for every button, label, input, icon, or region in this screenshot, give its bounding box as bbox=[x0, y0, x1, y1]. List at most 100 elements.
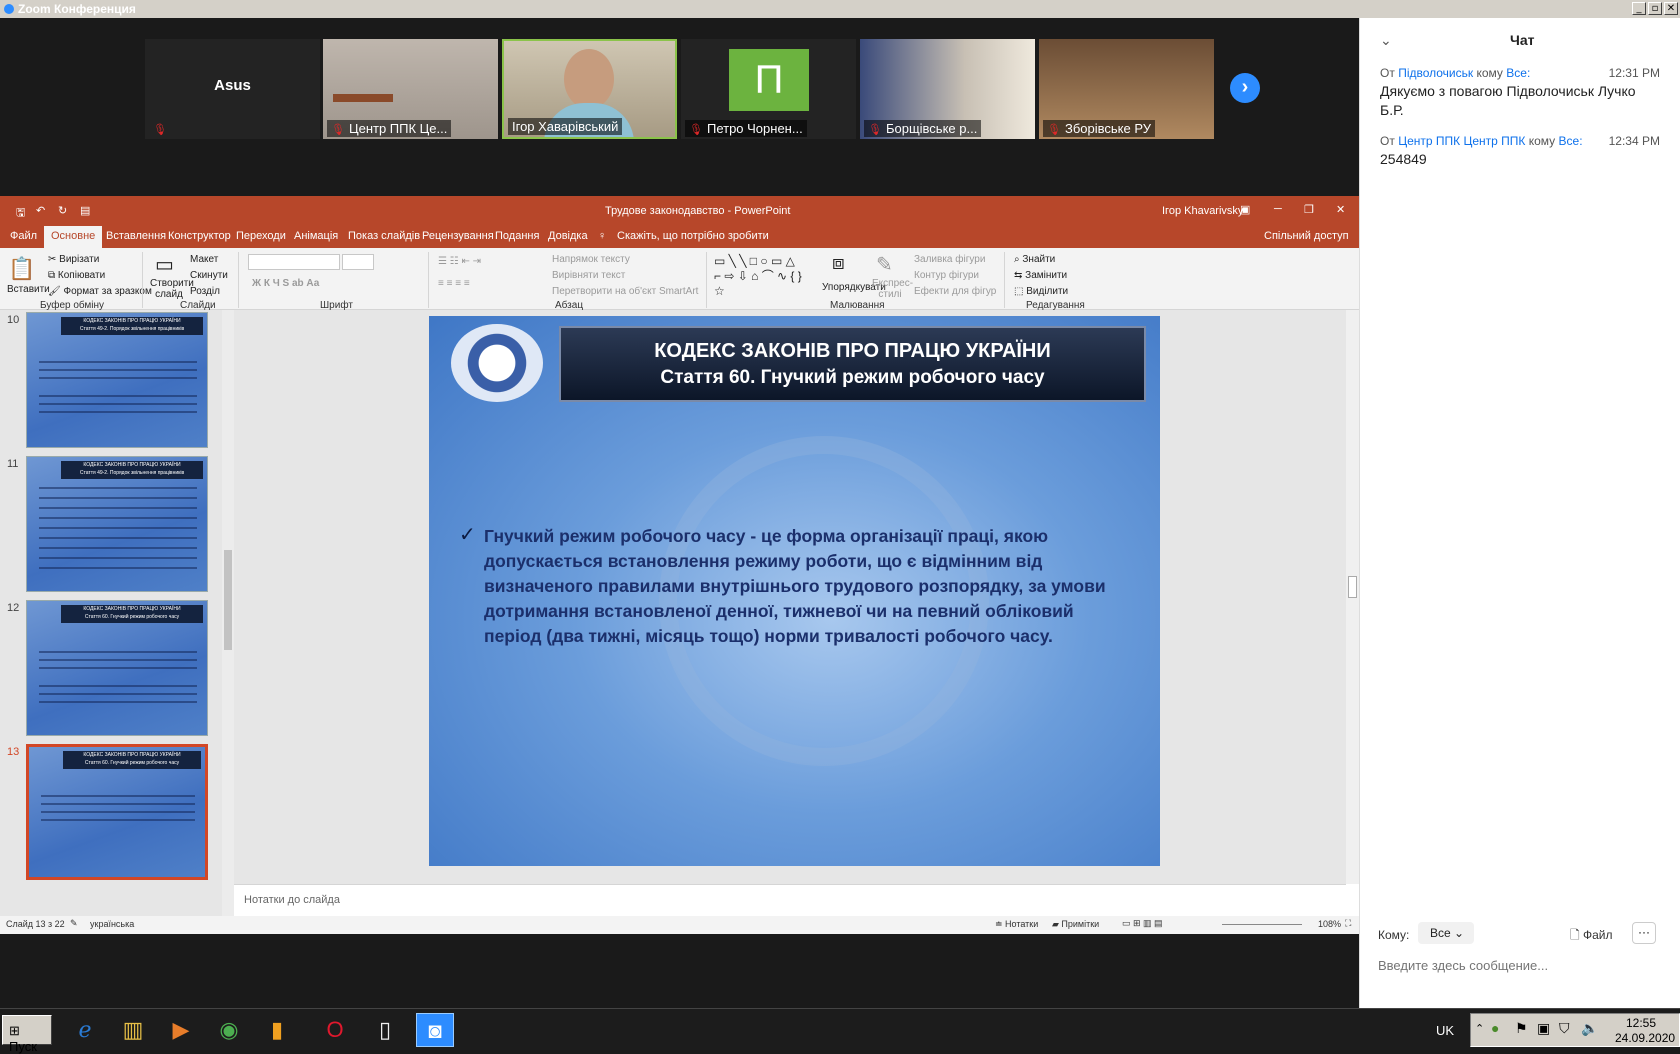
select-button[interactable]: ⬚ Виділити bbox=[1014, 286, 1068, 297]
more-options-button[interactable]: ··· bbox=[1632, 922, 1656, 944]
ppt-minimize-button[interactable]: ─ bbox=[1274, 203, 1282, 215]
tell-me-icon[interactable]: ♀ bbox=[598, 230, 606, 242]
scrollbar-thumb[interactable] bbox=[224, 550, 232, 650]
font-name-box[interactable] bbox=[248, 254, 340, 270]
tray-expand-icon[interactable]: ⌃ bbox=[1475, 1022, 1484, 1035]
tab-slideshow[interactable]: Показ слайдів bbox=[348, 230, 420, 242]
tab-transitions[interactable]: Переходи bbox=[236, 230, 286, 242]
start-button[interactable]: ⊞ Пуск bbox=[2, 1015, 52, 1054]
app-icon[interactable]: ▮ bbox=[258, 1013, 296, 1047]
thumbnail-scrollbar[interactable] bbox=[222, 310, 234, 916]
maximize-button[interactable]: ▫ bbox=[1648, 2, 1662, 15]
file-button[interactable]: 🗋 Файл bbox=[1570, 926, 1613, 947]
section-button[interactable]: Розділ bbox=[190, 286, 220, 297]
fit-slide-icon[interactable]: ⛶ bbox=[1345, 918, 1351, 929]
participant-tile[interactable]: 🎙 Борщівське р... bbox=[860, 39, 1035, 139]
clock-time[interactable]: 12:55 bbox=[1626, 1016, 1656, 1030]
reset-button[interactable]: Скинути bbox=[190, 270, 228, 281]
flag-icon[interactable]: ⚑ bbox=[1515, 1020, 1528, 1037]
quick-styles-button[interactable]: Експрес-стилі bbox=[872, 278, 913, 300]
chat-recipient[interactable]: Все: bbox=[1559, 134, 1583, 148]
keyboard-language[interactable]: UK bbox=[1436, 1023, 1454, 1038]
tab-home[interactable]: Основне bbox=[44, 226, 103, 248]
chrome-icon[interactable]: ◉ bbox=[210, 1013, 248, 1047]
opera-icon[interactable]: O bbox=[316, 1013, 354, 1047]
redo-icon[interactable]: ↻ bbox=[58, 204, 67, 217]
replace-button[interactable]: ⇆ Замінити bbox=[1014, 270, 1067, 281]
next-page-button[interactable]: › bbox=[1230, 73, 1260, 103]
tab-animations[interactable]: Анімація bbox=[294, 230, 338, 242]
text-direction-button[interactable]: Напрямок тексту bbox=[552, 254, 630, 265]
format-painter-button[interactable]: 🖌 Формат за зразком bbox=[48, 286, 152, 297]
layout-button[interactable]: Макет bbox=[190, 254, 218, 265]
tab-view[interactable]: Подання bbox=[495, 230, 539, 242]
security-icon[interactable]: ⛉ bbox=[1559, 1020, 1570, 1037]
notes-toggle[interactable]: ≐ Нотатки bbox=[995, 919, 1038, 930]
present-icon[interactable]: ▤ bbox=[80, 204, 90, 217]
shape-outline-button[interactable]: Контур фігури bbox=[914, 270, 979, 281]
tab-help[interactable]: Довідка bbox=[548, 230, 588, 242]
notes-pane[interactable]: Нотатки до слайда bbox=[234, 884, 1346, 916]
tab-insert[interactable]: Вставлення bbox=[106, 230, 166, 242]
scrollbar-thumb[interactable] bbox=[1348, 576, 1357, 598]
participant-tile-active-speaker[interactable]: Ігор Хаварівський bbox=[502, 39, 677, 139]
recipient-dropdown[interactable]: Все ⌄ bbox=[1418, 922, 1474, 944]
view-buttons[interactable]: ▭ ⊞ ▥ ▤ bbox=[1122, 918, 1163, 929]
shape-fill-button[interactable]: Заливка фігури bbox=[914, 254, 985, 265]
zoom-taskbar-icon[interactable]: ◙ bbox=[416, 1013, 454, 1047]
tell-me-box[interactable]: Скажіть, що потрібно зробити bbox=[617, 230, 769, 242]
zoom-slider[interactable] bbox=[1222, 924, 1302, 925]
zoom-level[interactable]: 108% bbox=[1318, 919, 1341, 929]
tab-design[interactable]: Конструктор bbox=[168, 230, 231, 242]
bold-button[interactable]: Ж К Ч S ab Аа bbox=[252, 278, 319, 289]
undo-icon[interactable]: ↶ bbox=[36, 204, 45, 217]
monitor-icon[interactable]: ▣ bbox=[1537, 1020, 1550, 1037]
chat-message-input[interactable] bbox=[1378, 954, 1668, 976]
participant-tile[interactable]: Asus 🎙 bbox=[145, 39, 320, 139]
share-button[interactable]: Спільний доступ bbox=[1264, 230, 1349, 242]
chat-recipient[interactable]: Все: bbox=[1506, 66, 1530, 80]
clock-date[interactable]: 24.09.2020 bbox=[1615, 1031, 1675, 1045]
copy-button[interactable]: ⧉ Копіювати bbox=[48, 270, 105, 281]
cut-button[interactable]: ✂ Вирізати bbox=[48, 254, 99, 265]
file-explorer-icon[interactable]: ▥ bbox=[114, 1013, 152, 1047]
user-name[interactable]: Ігор Khavarivsky bbox=[1162, 205, 1243, 217]
new-slide-icon[interactable]: ▭ bbox=[155, 252, 174, 277]
slide-title-box[interactable]: КОДЕКС ЗАКОНІВ ПРО ПРАЦЮ УКРАЇНИ Стаття … bbox=[559, 326, 1146, 402]
ribbon-display-icon[interactable]: ▣ bbox=[1240, 203, 1250, 216]
ppt-maximize-button[interactable]: ❐ bbox=[1304, 203, 1314, 216]
slide-thumbnail-13-selected[interactable]: КОДЕКС ЗАКОНІВ ПРО ПРАЦЮ УКРАЇНИ Стаття 6… bbox=[26, 744, 208, 880]
paste-button[interactable]: Вставити bbox=[7, 284, 50, 295]
chat-sender[interactable]: Центр ППК Центр ППК bbox=[1398, 134, 1525, 148]
shapes-gallery[interactable]: ▭ ╲ ╲ □ ○ ▭ △ ⌐ ⇨ ⇩ ⌂ ⌒ ∿ { } ☆ bbox=[714, 254, 804, 299]
slide-thumbnail-11[interactable]: КОДЕКС ЗАКОНІВ ПРО ПРАЦЮ УКРАЇНИ Стаття 4… bbox=[26, 456, 208, 592]
find-button[interactable]: ⌕ Знайти bbox=[1014, 254, 1055, 265]
font-size-box[interactable] bbox=[342, 254, 374, 270]
internet-explorer-icon[interactable]: ℯ bbox=[66, 1013, 104, 1047]
convert-smartart-button[interactable]: Перетворити на об'єкт SmartArt bbox=[552, 286, 698, 297]
align-buttons[interactable]: ≡ ≡ ≡ ≡ bbox=[438, 278, 470, 289]
comments-toggle[interactable]: ▰ Примітки bbox=[1052, 919, 1099, 930]
volume-icon[interactable]: 🔈 bbox=[1581, 1020, 1598, 1037]
tab-review[interactable]: Рецензування bbox=[422, 230, 494, 242]
arrange-icon[interactable]: ⧈ bbox=[832, 252, 845, 275]
minimize-button[interactable]: _ bbox=[1632, 2, 1646, 15]
current-slide[interactable]: КОДЕКС ЗАКОНІВ ПРО ПРАЦЮ УКРАЇНИ Стаття … bbox=[429, 316, 1160, 866]
bullets-button[interactable]: ☰ ☷ ⇤ ⇥ bbox=[438, 256, 481, 267]
slide-body-text[interactable]: Гнучкий режим робочого часу - це форма о… bbox=[484, 524, 1134, 649]
participant-tile[interactable]: П 🎙 Петро Чорнен... bbox=[681, 39, 856, 139]
paste-icon[interactable]: 📋 bbox=[8, 256, 35, 282]
chat-sender[interactable]: Підволочиськ bbox=[1398, 66, 1473, 80]
ppt-close-button[interactable]: ✕ bbox=[1336, 203, 1345, 216]
align-text-button[interactable]: Вирівняти текст bbox=[552, 270, 625, 281]
close-button[interactable]: ✕ bbox=[1664, 2, 1678, 15]
slide-thumbnail-12[interactable]: КОДЕКС ЗАКОНІВ ПРО ПРАЦЮ УКРАЇНИ Стаття 6… bbox=[26, 600, 208, 736]
shape-effects-button[interactable]: Ефекти для фігур bbox=[914, 286, 996, 297]
document-icon[interactable]: ▯ bbox=[366, 1013, 404, 1047]
slide-scrollbar[interactable] bbox=[1346, 310, 1359, 884]
participant-tile[interactable]: 🎙 Центр ППК Це... bbox=[323, 39, 498, 139]
tab-file[interactable]: Файл bbox=[10, 230, 37, 242]
spellcheck-icon[interactable]: ✎ bbox=[70, 918, 78, 929]
media-player-icon[interactable]: ▶ bbox=[162, 1013, 200, 1047]
slide-thumbnail-10[interactable]: КОДЕКС ЗАКОНІВ ПРО ПРАЦЮ УКРАЇНИ Стаття 4… bbox=[26, 312, 208, 448]
